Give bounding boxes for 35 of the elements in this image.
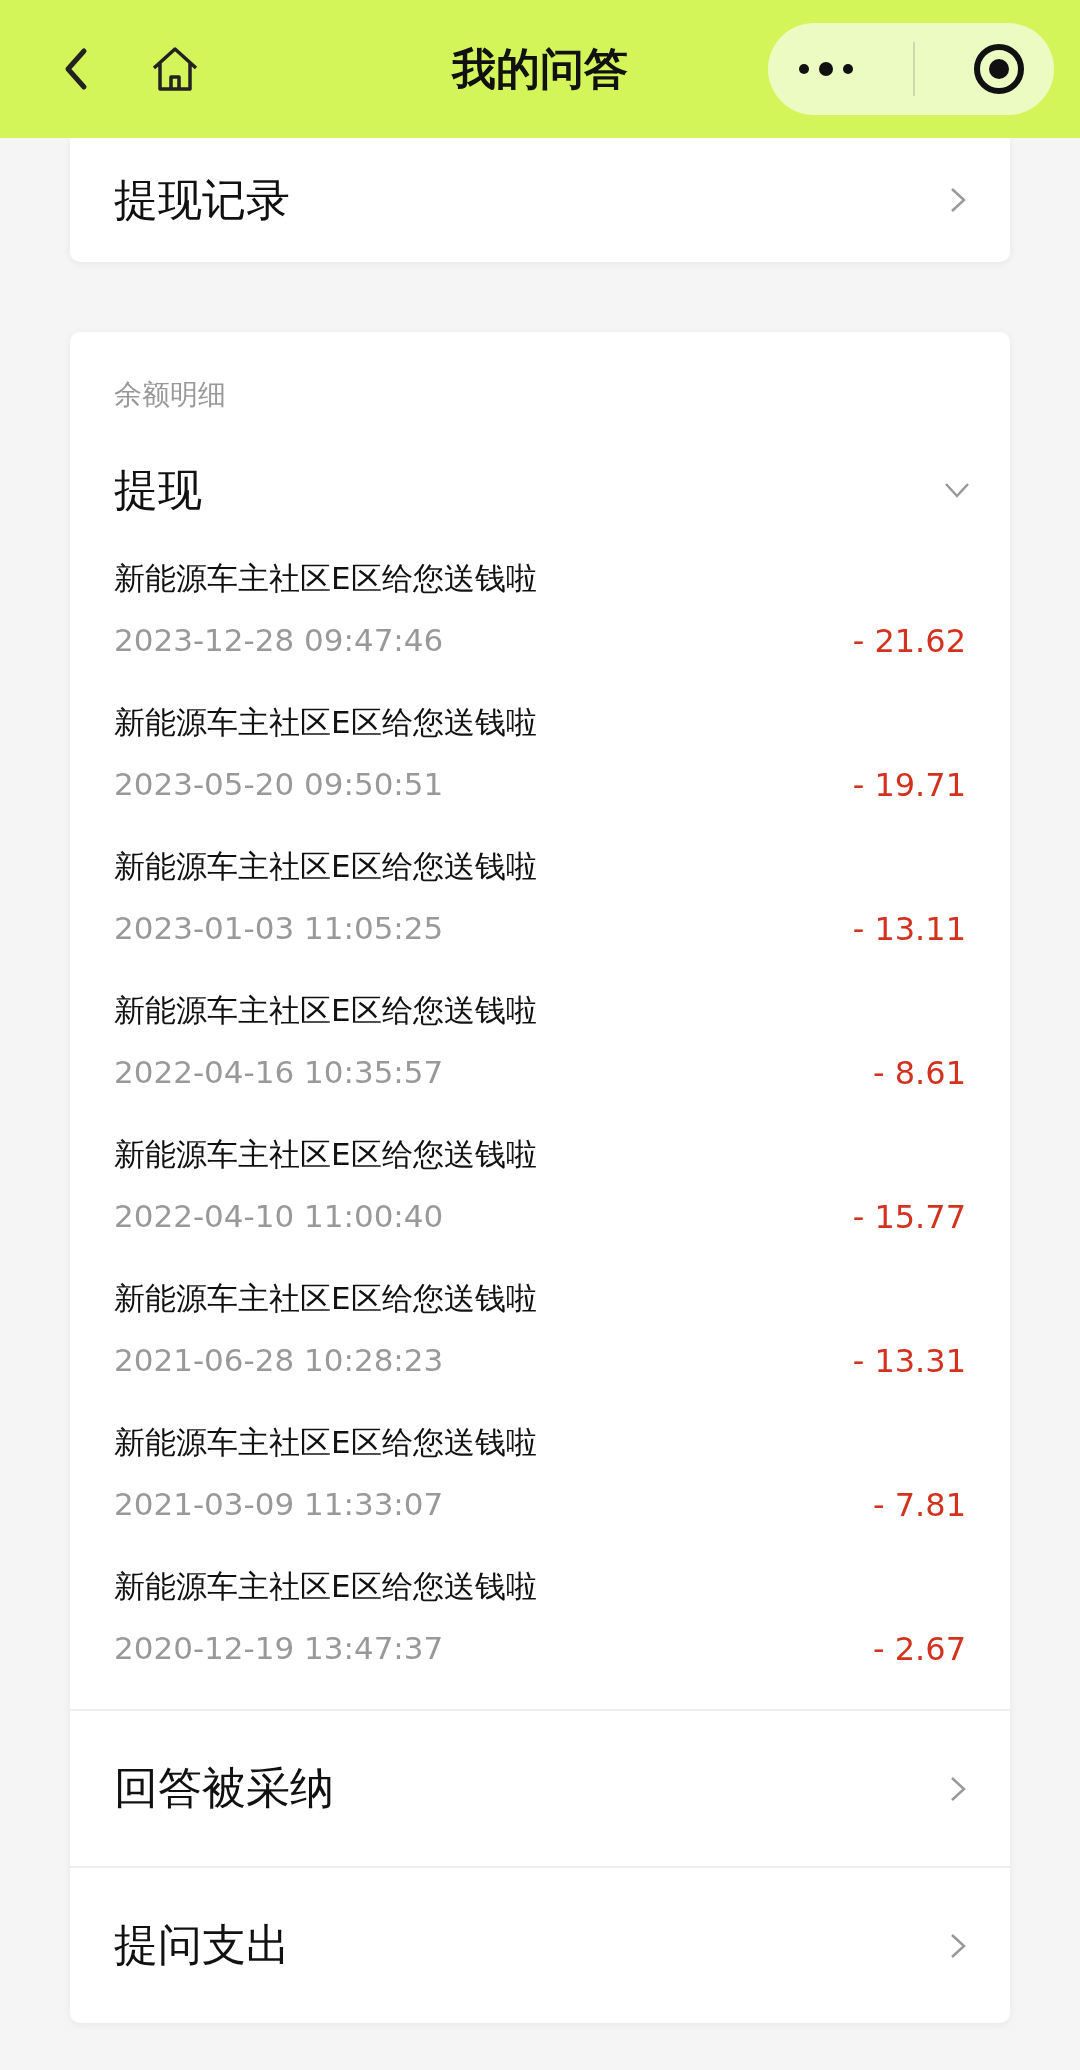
chevron-icon xyxy=(950,1775,966,1802)
section-header[interactable]: 提现 xyxy=(70,414,1010,523)
entry-amount: - 21.62 xyxy=(852,622,966,660)
entry-title: 新能源车主社区E区给您送钱啦 xyxy=(114,1279,538,1318)
entry-title: 新能源车主社区E区给您送钱啦 xyxy=(114,847,538,886)
chevron-icon xyxy=(950,1932,966,1959)
entry-amount: - 7.81 xyxy=(873,1486,966,1524)
chevron-icon xyxy=(944,482,970,498)
entry-amount: - 15.77 xyxy=(852,1198,966,1236)
entry-title: 新能源车主社区E区给您送钱啦 xyxy=(114,1567,538,1606)
entry-time: 2023-01-03 11:05:25 xyxy=(114,910,444,948)
entry-amount: - 13.31 xyxy=(852,1342,966,1380)
entry-title: 新能源车主社区E区给您送钱啦 xyxy=(114,991,538,1030)
entry-time: 2022-04-16 10:35:57 xyxy=(114,1054,444,1092)
entry-time: 2020-12-19 13:47:37 xyxy=(114,1630,444,1668)
menu-item[interactable]: 提现记录 xyxy=(70,138,1010,262)
section-caption: 余额明细 xyxy=(113,377,227,413)
entry-amount: - 19.71 xyxy=(852,766,966,804)
entry-amount: - 8.61 xyxy=(873,1054,966,1092)
entry-time: 2022-04-10 11:00:40 xyxy=(114,1198,444,1236)
entry-time: 2023-05-20 09:50:51 xyxy=(114,766,444,804)
entry-title: 新能源车主社区E区给您送钱啦 xyxy=(114,559,538,598)
entry-time: 2021-06-28 10:28:23 xyxy=(114,1342,444,1380)
section-header[interactable]: 提问支出 xyxy=(70,1866,1010,2023)
entry-time: 2023-12-28 09:47:46 xyxy=(114,622,444,660)
section-header[interactable]: 回答被采纳 xyxy=(70,1709,1010,1866)
entry-amount: - 13.11 xyxy=(852,910,966,948)
entry-title: 新能源车主社区E区给您送钱啦 xyxy=(114,703,538,742)
entry-amount: - 2.67 xyxy=(873,1630,966,1668)
entry-time: 2021-03-09 11:33:07 xyxy=(114,1486,444,1524)
entry-title: 新能源车主社区E区给您送钱啦 xyxy=(114,1423,538,1462)
page-title: 我的问答 xyxy=(452,41,628,96)
entry-title: 新能源车主社区E区给您送钱啦 xyxy=(114,1135,538,1174)
home-icon[interactable] xyxy=(150,46,200,92)
chevron-icon xyxy=(950,187,966,213)
